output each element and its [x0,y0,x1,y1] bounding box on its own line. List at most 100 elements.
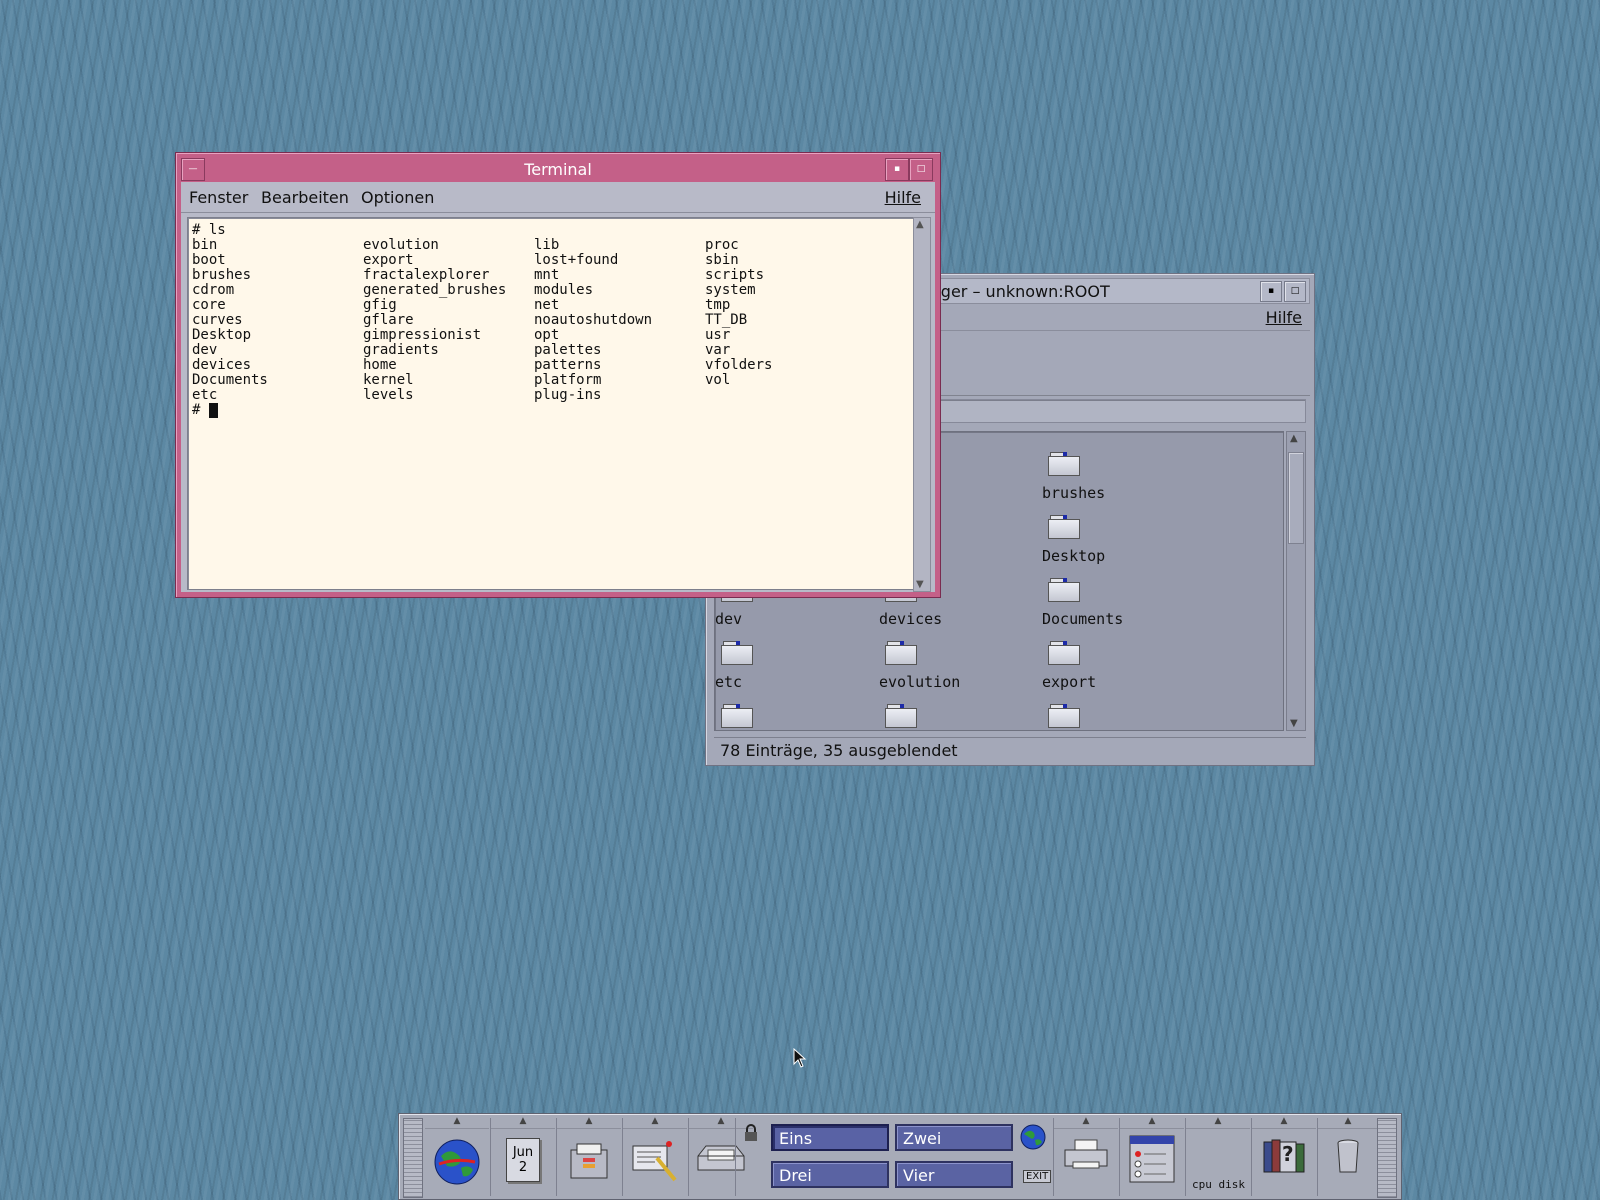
ls-entry: Desktop [192,327,252,343]
globe-icon[interactable] [433,1138,481,1190]
ls-entry: lib [534,237,560,253]
menu-optionen[interactable]: Optionen [361,188,434,207]
subpanel-arrow-icon[interactable]: ▲ [491,1116,555,1129]
ls-entry: cdrom [192,282,235,298]
ls-entry: dev [192,342,218,358]
slot-performance-meter[interactable]: ▲ cpu disk [1186,1116,1250,1198]
subpanel-arrow-icon[interactable]: ▲ [623,1116,687,1129]
menu-help[interactable]: Hilfe [1266,308,1302,327]
slot-printer[interactable]: ▲ [1054,1116,1118,1198]
workspace-button-drei[interactable]: Drei [771,1161,889,1188]
folder-documents[interactable]: Documents [1042,578,1198,628]
mouse-pointer-icon [793,1047,807,1072]
lock-icon[interactable] [743,1124,759,1146]
help-books-icon[interactable]: ? [1262,1138,1306,1178]
ls-entry: home [363,357,397,373]
subpanel-arrow-icon[interactable]: ▲ [557,1116,621,1129]
ls-column: lib lost+found mnt modules net noautoshutdown… [534,238,705,403]
folder-export[interactable]: export [1042,641,1198,691]
minimize-button[interactable]: ▪ [885,158,909,181]
workspace-button-eins[interactable]: Eins [771,1124,889,1151]
slot-text-editor[interactable]: ▲ [623,1116,687,1198]
text-cursor [208,403,218,418]
folder-brushes[interactable]: brushes [1042,452,1198,502]
ls-entry: TT_DB [705,312,748,328]
slot-style-manager[interactable]: ▲ [1120,1116,1184,1198]
panel-drag-handle-left[interactable] [403,1118,423,1198]
ls-column: proc sbin scripts system tmp TT_DB usr var vfold… [705,238,876,403]
folder-evolution[interactable]: evolution [879,641,1035,691]
folder-icon [1048,452,1080,476]
subpanel-arrow-icon[interactable]: ▲ [425,1116,489,1129]
text-editor-icon[interactable] [631,1138,679,1188]
ls-entry: scripts [705,267,765,283]
ls-entry: gradients [363,342,439,358]
slot-trash[interactable]: ▲ [1318,1116,1378,1198]
exit-button[interactable]: EXIT [1023,1170,1052,1183]
ls-entry: plug-ins [534,387,602,403]
prompt-line: # [192,403,910,418]
scroll-up-arrow-icon[interactable]: ▲ [916,219,924,230]
subpanel-arrow-icon[interactable]: ▲ [1186,1116,1250,1129]
menu-bearbeiten[interactable]: Bearbeiten [261,188,349,207]
menu-hilfe[interactable]: Hilfe [885,188,921,207]
slot-file-manager[interactable]: ▲ [557,1116,621,1198]
ls-entry: fractalexplorer [363,267,490,283]
folder-next[interactable] [721,704,871,728]
folder-view-scrollbar[interactable]: ▲ ▼ [1286,431,1306,731]
terminal-output[interactable]: # ls bin boot brushes cdrom core curves Deskto… [187,217,915,590]
slot-calendar[interactable]: ▲ Jun 2 [491,1116,555,1198]
workspace-button-vier[interactable]: Vier [895,1161,1013,1188]
ls-entry: core [192,297,226,313]
folder-icon [1048,578,1080,602]
prompt: # [192,402,209,418]
subpanel-arrow-icon[interactable]: ▲ [1120,1116,1184,1129]
subpanel-arrow-icon[interactable]: ▲ [1054,1116,1118,1129]
subpanel-arrow-icon[interactable]: ▲ [1252,1116,1316,1129]
ls-entry: gfig [363,297,397,313]
ls-output: bin boot brushes cdrom core curves Desktop dev d… [192,238,910,403]
terminal-window[interactable]: — Terminal ▪ □ Fenster Bearbeiten Option… [175,152,941,598]
terminal-titlebar[interactable]: — Terminal ▪ □ [180,157,936,181]
terminal-scrollbar[interactable]: ▲ ▼ [913,217,931,592]
maximize-button[interactable]: □ [1284,281,1306,302]
slot-help[interactable]: ▲ ? [1252,1116,1316,1198]
trash-icon[interactable] [1336,1138,1360,1178]
style-manager-icon[interactable] [1128,1134,1176,1188]
panel-drag-handle-right[interactable] [1377,1118,1397,1198]
ls-column: bin boot brushes cdrom core curves Desktop dev d… [192,238,363,403]
slot-globe[interactable]: ▲ [425,1116,489,1198]
folder-icon [1048,515,1080,539]
ls-entry: noautoshutdown [534,312,653,328]
scroll-down-arrow-icon[interactable]: ▼ [1290,718,1298,729]
folder-next[interactable] [885,704,1035,728]
help-question-mark: ? [1282,1142,1294,1166]
calendar-icon[interactable]: Jun 2 [506,1138,540,1182]
ls-entry: gflare [363,312,414,328]
minimize-button[interactable]: ▪ [1260,281,1282,302]
maximize-button[interactable]: □ [909,158,933,181]
ls-entry: levels [363,387,414,403]
scroll-thumb[interactable] [1288,452,1304,544]
folder-next[interactable] [1048,704,1198,728]
slot-lock[interactable] [736,1116,766,1198]
ls-entry: Documents [192,372,268,388]
slot-small-globe[interactable] [1017,1116,1049,1198]
folder-desktop[interactable]: Desktop [1042,515,1198,565]
ls-column: evolution export fractalexplorer generated_… [363,238,534,403]
ls-entry: boot [192,252,226,268]
command-line: # ls [192,222,226,238]
subpanel-arrow-icon[interactable]: ▲ [1318,1116,1378,1129]
printer-icon[interactable] [1063,1138,1109,1176]
file-cabinet-icon[interactable] [567,1138,611,1184]
scroll-up-arrow-icon[interactable]: ▲ [1290,433,1298,444]
ls-entry: kernel [363,372,414,388]
scroll-down-arrow-icon[interactable]: ▼ [916,579,924,590]
ls-entry: brushes [192,267,252,283]
workspace-button-zwei[interactable]: Zwei [895,1124,1013,1151]
menu-fenster[interactable]: Fenster [189,188,248,207]
folder-etc[interactable]: etc [715,641,871,691]
terminal-menubar: Fenster Bearbeiten Optionen Hilfe [181,182,935,213]
performance-meter-icon: cpu disk [1192,1178,1245,1191]
small-globe-icon[interactable] [1020,1124,1046,1154]
